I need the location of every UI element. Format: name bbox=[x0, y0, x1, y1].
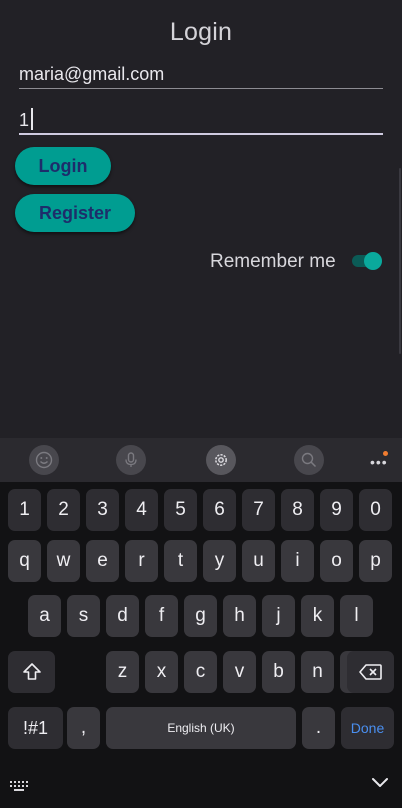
screen: Login maria@gmail.com 1 Login Register R… bbox=[0, 0, 402, 808]
key-5[interactable]: 5 bbox=[164, 489, 197, 531]
login-button-label: Login bbox=[38, 155, 88, 176]
key-z[interactable]: z bbox=[106, 651, 139, 693]
remember-me-label: Remember me bbox=[210, 251, 336, 272]
key-1[interactable]: 1 bbox=[8, 489, 41, 531]
keyboard-switch-icon[interactable] bbox=[10, 780, 32, 792]
space-bar[interactable]: English (UK) bbox=[106, 707, 296, 749]
key-c[interactable]: c bbox=[184, 651, 217, 693]
comma-key[interactable]: , bbox=[67, 707, 100, 749]
backspace-icon bbox=[358, 664, 382, 680]
key-p[interactable]: p bbox=[359, 540, 392, 582]
key-n[interactable]: n bbox=[301, 651, 334, 693]
key-u[interactable]: u bbox=[242, 540, 275, 582]
key-v[interactable]: v bbox=[223, 651, 256, 693]
page-title: Login bbox=[169, 18, 233, 46]
key-f[interactable]: f bbox=[145, 595, 178, 637]
email-field[interactable]: maria@gmail.com bbox=[19, 64, 383, 89]
key-0[interactable]: 0 bbox=[359, 489, 392, 531]
key-4[interactable]: 4 bbox=[125, 489, 158, 531]
key-a[interactable]: a bbox=[28, 595, 61, 637]
key-w[interactable]: w bbox=[47, 540, 80, 582]
login-screen: Login maria@gmail.com 1 Login Register R… bbox=[0, 0, 402, 438]
key-q[interactable]: q bbox=[8, 540, 41, 582]
done-key[interactable]: Done bbox=[341, 707, 394, 749]
key-3[interactable]: 3 bbox=[86, 489, 119, 531]
key-d[interactable]: d bbox=[106, 595, 139, 637]
password-value: 1 bbox=[19, 110, 30, 130]
register-button-label: Register bbox=[38, 202, 112, 223]
shift-icon bbox=[22, 663, 41, 680]
key-e[interactable]: e bbox=[86, 540, 119, 582]
toggle-thumb bbox=[364, 252, 382, 270]
key-7[interactable]: 7 bbox=[242, 489, 275, 531]
period-key[interactable]: . bbox=[302, 707, 335, 749]
password-field[interactable]: 1 bbox=[19, 108, 383, 135]
key-y[interactable]: y bbox=[203, 540, 236, 582]
remember-me-toggle[interactable] bbox=[352, 252, 384, 270]
more-icon[interactable]: ••• bbox=[364, 450, 392, 472]
key-l[interactable]: l bbox=[340, 595, 373, 637]
key-r[interactable]: r bbox=[125, 540, 158, 582]
key-x[interactable]: x bbox=[145, 651, 178, 693]
emoji-icon[interactable] bbox=[29, 445, 59, 475]
on-screen-keyboard: ••• 1 2 3 4 5 6 7 8 9 0 q w e r t y u i … bbox=[0, 438, 402, 808]
key-o[interactable]: o bbox=[320, 540, 353, 582]
login-button[interactable]: Login bbox=[15, 147, 111, 185]
keyboard-toolbar: ••• bbox=[0, 438, 402, 482]
shift-key[interactable] bbox=[8, 651, 55, 693]
key-8[interactable]: 8 bbox=[281, 489, 314, 531]
key-b[interactable]: b bbox=[262, 651, 295, 693]
key-h[interactable]: h bbox=[223, 595, 256, 637]
key-g[interactable]: g bbox=[184, 595, 217, 637]
key-s[interactable]: s bbox=[67, 595, 100, 637]
search-icon[interactable] bbox=[294, 445, 324, 475]
key-t[interactable]: t bbox=[164, 540, 197, 582]
microphone-icon[interactable] bbox=[116, 445, 146, 475]
key-6[interactable]: 6 bbox=[203, 489, 236, 531]
key-2[interactable]: 2 bbox=[47, 489, 80, 531]
edge-panel-handle[interactable] bbox=[399, 168, 401, 354]
key-i[interactable]: i bbox=[281, 540, 314, 582]
settings-icon[interactable] bbox=[206, 445, 236, 475]
key-k[interactable]: k bbox=[301, 595, 334, 637]
key-j[interactable]: j bbox=[262, 595, 295, 637]
symbols-key[interactable]: !#1 bbox=[8, 707, 63, 749]
notification-dot bbox=[383, 451, 388, 456]
text-cursor bbox=[31, 108, 34, 130]
register-button[interactable]: Register bbox=[15, 194, 135, 232]
key-9[interactable]: 9 bbox=[320, 489, 353, 531]
hide-keyboard-icon[interactable] bbox=[370, 776, 390, 790]
backspace-key[interactable] bbox=[347, 651, 394, 693]
email-value: maria@gmail.com bbox=[19, 64, 165, 84]
